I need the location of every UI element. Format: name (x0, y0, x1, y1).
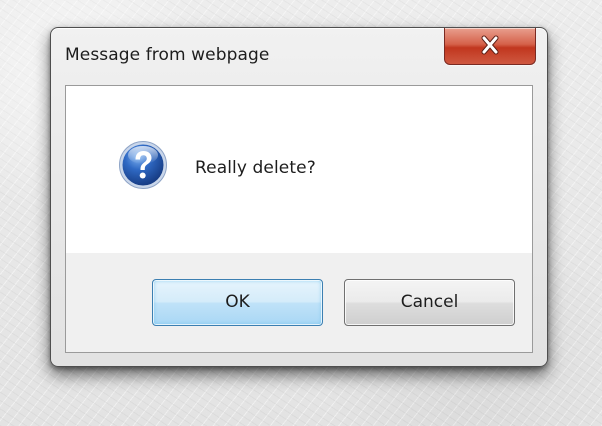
message-dialog: Message from webpage Really delete? OK C… (50, 27, 548, 367)
question-icon (119, 141, 167, 189)
dialog-body: Really delete? OK Cancel (65, 85, 533, 353)
close-button[interactable] (444, 28, 536, 65)
cancel-button[interactable]: Cancel (344, 279, 515, 326)
message-text: Really delete? (195, 158, 316, 178)
close-icon (481, 35, 499, 55)
dialog-title: Message from webpage (65, 45, 270, 65)
ok-button[interactable]: OK (152, 279, 323, 326)
message-area: Really delete? (66, 86, 532, 253)
